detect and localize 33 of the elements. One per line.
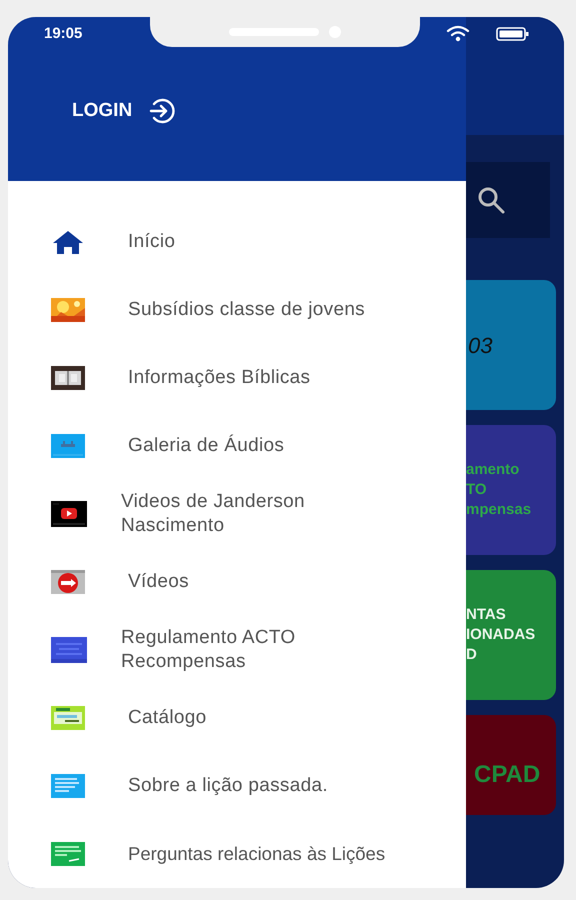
card-text: amento <box>466 460 520 480</box>
menu-item[interactable]: Perguntas relacionas às Lições <box>8 820 466 888</box>
status-time: 19:05 <box>44 24 82 44</box>
menu-item-label: Sobre a lição passada. <box>128 774 329 798</box>
menu-item[interactable]: Vídeos <box>8 548 466 616</box>
menu-item[interactable]: Sobre a lição passada. <box>8 752 466 820</box>
menu-item-label: Início <box>128 230 176 254</box>
menu-item-label: Galeria de Áudios <box>128 434 286 458</box>
category-card[interactable]: 03 <box>466 280 556 410</box>
menu-item-label: Subsídios classe de jovens <box>128 298 366 322</box>
menu-item[interactable]: Informações Bíblicas <box>8 344 466 412</box>
category-card[interactable]: amento TO mpensas <box>466 425 556 555</box>
menu-item-label: Informações Bíblicas <box>128 366 312 390</box>
card-text: TO <box>466 480 488 500</box>
menu-item-label: Vídeos <box>128 570 190 594</box>
category-card[interactable]: NTAS IONADAS D <box>466 570 556 700</box>
card-text: CPAD <box>473 760 542 790</box>
menu-item-label: Perguntas relacionas às Lições <box>128 842 386 866</box>
menu-item[interactable]: Início <box>8 208 466 276</box>
menu-item[interactable]: Subsídios classe de jovens <box>8 276 466 344</box>
menu-item[interactable]: Catálogo <box>8 684 466 752</box>
card-text: mpensas <box>466 500 532 520</box>
login-link[interactable]: LOGIN <box>72 97 132 126</box>
menu-item-label: Catálogo <box>128 706 208 730</box>
card-text: 03 <box>467 332 494 360</box>
menu-item-label: Videos de Janderson Nascimento <box>121 490 306 538</box>
card-text: IONADAS <box>466 625 536 645</box>
card-text: NTAS <box>466 605 507 625</box>
menu-item-label: Regulamento ACTO Recompensas <box>121 626 296 674</box>
menu-item[interactable]: Regulamento ACTO Recompensas <box>8 616 466 684</box>
menu-item[interactable]: Galeria de Áudios <box>8 412 466 480</box>
card-text: D <box>466 645 478 665</box>
menu-item[interactable]: Videos de Janderson Nascimento <box>8 480 466 548</box>
